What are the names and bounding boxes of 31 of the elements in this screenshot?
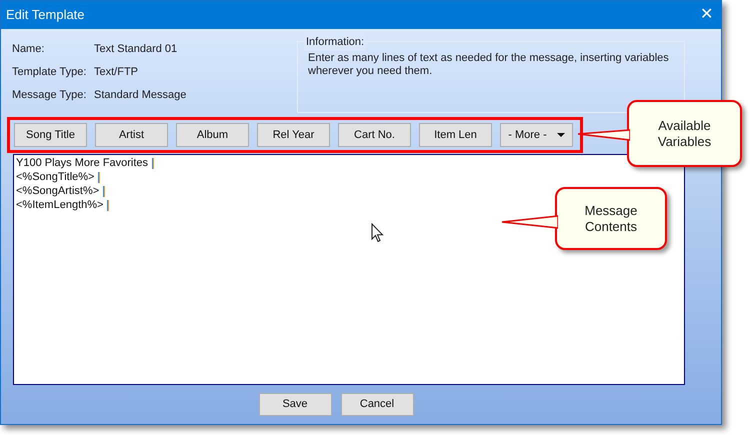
- dialog-button[interactable]: Save: [258, 393, 332, 416]
- variable-button[interactable]: Item Len: [419, 123, 492, 147]
- line-end-marker: [103, 186, 106, 196]
- line-end-marker: [152, 158, 154, 168]
- variable-button[interactable]: Cart No.: [338, 123, 411, 147]
- field-value: Standard Message: [94, 88, 186, 103]
- variable-button[interactable]: Song Title: [14, 123, 87, 147]
- window-title: Edit Template: [6, 6, 85, 24]
- close-button[interactable]: ✕: [700, 7, 713, 23]
- field-value: Text Standard 01: [94, 42, 178, 57]
- message-line: <%ItemLength%>: [16, 198, 104, 213]
- mouse-cursor-icon: [371, 223, 384, 243]
- line-end-marker: [107, 200, 110, 210]
- field-label: Name:: [12, 42, 46, 57]
- variable-button[interactable]: Rel Year: [257, 123, 330, 147]
- line-end-marker: [98, 172, 100, 182]
- message-line: <%SongTitle%>: [16, 170, 94, 185]
- variable-button[interactable]: Album: [176, 123, 249, 147]
- field-label: Message Type:: [12, 88, 88, 103]
- dialog-button[interactable]: Cancel: [340, 393, 414, 416]
- more-dropdown[interactable]: - More -: [500, 123, 573, 147]
- field-value: Text/FTP: [94, 64, 138, 80]
- message-line: <%SongArtist%>: [16, 184, 100, 199]
- callout: Message Contents: [555, 187, 667, 250]
- field-label: Template Type:: [12, 64, 88, 80]
- message-line: Y100 Plays More Favorites: [16, 156, 148, 171]
- information-text: Enter as many lines of text as needed for the message, inserting variables wherever you need them.: [308, 52, 670, 78]
- group-label: Information:: [304, 34, 366, 50]
- dropdown-arrow-icon: [556, 133, 565, 137]
- callout: Available Variables: [627, 100, 742, 167]
- variable-button[interactable]: Artist: [95, 123, 168, 147]
